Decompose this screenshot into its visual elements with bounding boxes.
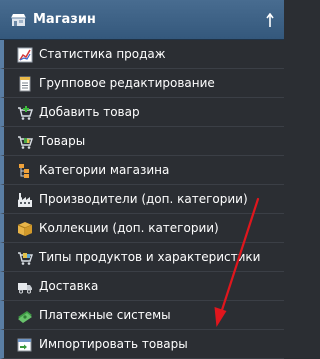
- menu-item-manufacturers[interactable]: Производители (доп. категории): [0, 185, 284, 214]
- shop-submenu: Статистика продаж Групповое редактирован…: [0, 40, 284, 359]
- section-title: Магазин: [33, 12, 96, 27]
- chart-icon: [17, 47, 33, 63]
- menu-item-label: Доставка: [39, 279, 99, 293]
- menu-item-delivery[interactable]: Доставка: [0, 272, 284, 301]
- menu-item-collections[interactable]: Коллекции (доп. категории): [0, 214, 284, 243]
- menu-item-bulk-edit[interactable]: Групповое редактирование: [0, 69, 284, 98]
- factory-icon: [18, 193, 32, 207]
- menu-item-label: Коллекции (доп. категории): [39, 221, 219, 235]
- shop-icon: [11, 14, 26, 26]
- cart-icon: [18, 136, 33, 149]
- menu-item-label: Товары: [39, 134, 86, 148]
- arrow-up-icon[interactable]: [265, 13, 275, 28]
- menu-item-label: Платежные системы: [39, 308, 171, 322]
- menu-item-label: Импортировать товары: [39, 337, 188, 351]
- spreadsheet-icon: [19, 76, 31, 92]
- box-icon: [17, 222, 33, 236]
- shop-section-header[interactable]: Магазин: [0, 0, 284, 40]
- menu-item-add-product[interactable]: Добавить товар: [0, 98, 284, 127]
- money-icon: [18, 311, 32, 323]
- categories-icon: [19, 164, 29, 178]
- shop-menu-panel: Магазин Статистика продаж Групповое реда…: [0, 0, 284, 359]
- menu-item-shop-categories[interactable]: Категории магазина: [0, 156, 284, 185]
- menu-item-label: Категории магазина: [39, 163, 170, 177]
- product-types-icon: [18, 252, 33, 265]
- menu-item-sales-statistics[interactable]: Статистика продаж: [0, 40, 284, 69]
- menu-item-products[interactable]: Товары: [0, 127, 284, 156]
- menu-item-label: Производители (доп. категории): [39, 192, 248, 206]
- menu-item-product-types[interactable]: Типы продуктов и характеристики: [0, 243, 284, 272]
- truck-icon: [18, 283, 32, 294]
- menu-item-label: Добавить товар: [39, 105, 140, 119]
- menu-item-import-products[interactable]: Импортировать товары: [0, 330, 284, 359]
- menu-item-label: Групповое редактирование: [39, 76, 215, 90]
- add-to-cart-icon: [18, 106, 33, 120]
- import-icon: [17, 338, 32, 352]
- menu-item-label: Статистика продаж: [39, 47, 166, 61]
- menu-item-payment-systems[interactable]: Платежные системы: [0, 301, 284, 330]
- menu-item-label: Типы продуктов и характеристики: [39, 250, 261, 264]
